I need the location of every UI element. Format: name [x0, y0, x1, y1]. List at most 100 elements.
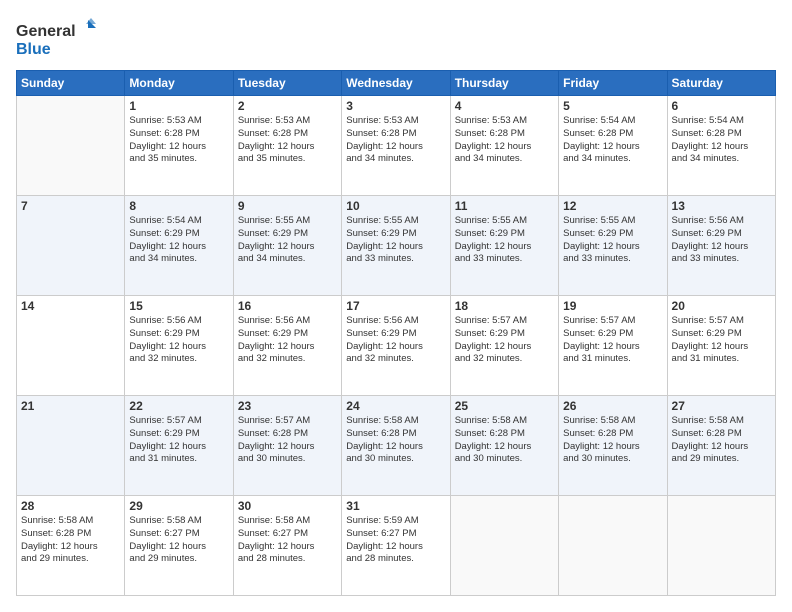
day-info: Sunrise: 5:57 AMSunset: 6:29 PMDaylight:…	[672, 315, 771, 366]
day-info: Sunrise: 5:54 AMSunset: 6:29 PMDaylight:…	[129, 215, 228, 266]
header-cell-thursday: Thursday	[450, 71, 558, 96]
calendar-cell: 8Sunrise: 5:54 AMSunset: 6:29 PMDaylight…	[125, 196, 233, 296]
day-info: Sunrise: 5:56 AMSunset: 6:29 PMDaylight:…	[129, 315, 228, 366]
calendar-cell: 13 Sunrise: 5:56 AMSunset: 6:29 PMDayligh…	[667, 196, 775, 296]
header-cell-friday: Friday	[559, 71, 667, 96]
day-info: Sunrise: 5:53 AMSunset: 6:28 PMDaylight:…	[238, 115, 337, 166]
day-number: 18	[455, 299, 554, 313]
day-number: 4	[455, 99, 554, 113]
calendar-cell: 22 Sunrise: 5:57 AMSunset: 6:29 PMDayligh…	[125, 396, 233, 496]
day-number: 25	[455, 399, 554, 413]
day-info: Sunrise: 5:58 AMSunset: 6:27 PMDaylight:…	[129, 515, 228, 566]
day-info: Sunrise: 5:59 AMSunset: 6:27 PMDaylight:…	[346, 515, 445, 566]
header-cell-wednesday: Wednesday	[342, 71, 450, 96]
day-info: Sunrise: 5:53 AMSunset: 6:28 PMDaylight:…	[455, 115, 554, 166]
day-number: 9	[238, 199, 337, 213]
calendar-cell: 29 Sunrise: 5:58 AMSunset: 6:27 PMDayligh…	[125, 496, 233, 596]
day-number: 22	[129, 399, 228, 413]
day-info: Sunrise: 5:58 AMSunset: 6:28 PMDaylight:…	[563, 415, 662, 466]
calendar-cell: 27 Sunrise: 5:58 AMSunset: 6:28 PMDayligh…	[667, 396, 775, 496]
day-number: 28	[21, 499, 120, 513]
day-info: Sunrise: 5:58 AMSunset: 6:28 PMDaylight:…	[21, 515, 120, 566]
day-info: Sunrise: 5:53 AMSunset: 6:28 PMDaylight:…	[346, 115, 445, 166]
day-info: Sunrise: 5:53 AMSunset: 6:28 PMDaylight:…	[129, 115, 228, 166]
calendar-header-row: SundayMondayTuesdayWednesdayThursdayFrid…	[17, 71, 776, 96]
header-cell-saturday: Saturday	[667, 71, 775, 96]
day-info: Sunrise: 5:57 AMSunset: 6:28 PMDaylight:…	[238, 415, 337, 466]
calendar-week-row: 21 22 Sunrise: 5:57 AMSunset: 6:29 PMDayli…	[17, 396, 776, 496]
calendar-cell: 11Sunrise: 5:55 AMSunset: 6:29 PMDayligh…	[450, 196, 558, 296]
day-info: Sunrise: 5:58 AMSunset: 6:28 PMDaylight:…	[346, 415, 445, 466]
day-info: Sunrise: 5:54 AMSunset: 6:28 PMDaylight:…	[672, 115, 771, 166]
calendar-cell	[450, 496, 558, 596]
calendar-cell: 19Sunrise: 5:57 AMSunset: 6:29 PMDayligh…	[559, 296, 667, 396]
day-number: 17	[346, 299, 445, 313]
day-info: Sunrise: 5:55 AMSunset: 6:29 PMDaylight:…	[346, 215, 445, 266]
day-number: 14	[21, 299, 120, 313]
calendar-cell	[667, 496, 775, 596]
calendar-cell: 10 Sunrise: 5:55 AMSunset: 6:29 PMDayligh…	[342, 196, 450, 296]
day-number: 3	[346, 99, 445, 113]
day-number: 21	[21, 399, 120, 413]
calendar-cell: 31Sunrise: 5:59 AMSunset: 6:27 PMDayligh…	[342, 496, 450, 596]
header-cell-sunday: Sunday	[17, 71, 125, 96]
calendar-cell: 21	[17, 396, 125, 496]
day-number: 12	[563, 199, 662, 213]
calendar-cell: 4 Sunrise: 5:53 AMSunset: 6:28 PMDaylight…	[450, 96, 558, 196]
calendar-cell: 30 Sunrise: 5:58 AMSunset: 6:27 PMDayligh…	[233, 496, 341, 596]
day-number: 20	[672, 299, 771, 313]
day-number: 1	[129, 99, 228, 113]
day-number: 16	[238, 299, 337, 313]
calendar-cell: 23 Sunrise: 5:57 AMSunset: 6:28 PMDayligh…	[233, 396, 341, 496]
day-number: 5	[563, 99, 662, 113]
logo: General Blue	[16, 16, 96, 60]
logo-svg: General Blue	[16, 16, 96, 60]
day-number: 29	[129, 499, 228, 513]
day-number: 24	[346, 399, 445, 413]
calendar-cell	[17, 96, 125, 196]
day-info: Sunrise: 5:56 AMSunset: 6:29 PMDaylight:…	[346, 315, 445, 366]
page: General Blue SundayMondayTuesdayWednesda…	[0, 0, 792, 612]
calendar-cell: 24 Sunrise: 5:58 AMSunset: 6:28 PMDayligh…	[342, 396, 450, 496]
calendar-week-row: 1 Sunrise: 5:53 AMSunset: 6:28 PMDaylight…	[17, 96, 776, 196]
calendar-week-row: 14 15 Sunrise: 5:56 AMSunset: 6:29 PMDayli…	[17, 296, 776, 396]
calendar-cell: 17 Sunrise: 5:56 AMSunset: 6:29 PMDayligh…	[342, 296, 450, 396]
calendar-cell: 16 Sunrise: 5:56 AMSunset: 6:29 PMDayligh…	[233, 296, 341, 396]
day-number: 30	[238, 499, 337, 513]
day-info: Sunrise: 5:54 AMSunset: 6:28 PMDaylight:…	[563, 115, 662, 166]
day-info: Sunrise: 5:56 AMSunset: 6:29 PMDaylight:…	[238, 315, 337, 366]
day-info: Sunrise: 5:55 AMSunset: 6:29 PMDaylight:…	[238, 215, 337, 266]
calendar-cell: 7	[17, 196, 125, 296]
day-info: Sunrise: 5:58 AMSunset: 6:28 PMDaylight:…	[455, 415, 554, 466]
day-number: 13	[672, 199, 771, 213]
day-number: 27	[672, 399, 771, 413]
day-number: 26	[563, 399, 662, 413]
day-number: 15	[129, 299, 228, 313]
svg-text:General: General	[16, 23, 76, 40]
header-cell-monday: Monday	[125, 71, 233, 96]
day-number: 2	[238, 99, 337, 113]
calendar-cell: 1 Sunrise: 5:53 AMSunset: 6:28 PMDaylight…	[125, 96, 233, 196]
day-number: 6	[672, 99, 771, 113]
svg-text:Blue: Blue	[16, 41, 51, 58]
calendar-cell: 14	[17, 296, 125, 396]
calendar-week-row: 28 Sunrise: 5:58 AMSunset: 6:28 PMDayligh…	[17, 496, 776, 596]
day-info: Sunrise: 5:58 AMSunset: 6:27 PMDaylight:…	[238, 515, 337, 566]
calendar-cell: 9 Sunrise: 5:55 AMSunset: 6:29 PMDaylight…	[233, 196, 341, 296]
day-number: 11	[455, 199, 554, 213]
day-info: Sunrise: 5:57 AMSunset: 6:29 PMDaylight:…	[129, 415, 228, 466]
calendar-cell	[559, 496, 667, 596]
calendar-cell: 26 Sunrise: 5:58 AMSunset: 6:28 PMDayligh…	[559, 396, 667, 496]
calendar-cell: 28 Sunrise: 5:58 AMSunset: 6:28 PMDayligh…	[17, 496, 125, 596]
day-info: Sunrise: 5:57 AMSunset: 6:29 PMDaylight:…	[563, 315, 662, 366]
calendar-cell: 25 Sunrise: 5:58 AMSunset: 6:28 PMDayligh…	[450, 396, 558, 496]
header-cell-tuesday: Tuesday	[233, 71, 341, 96]
calendar-cell: 2 Sunrise: 5:53 AMSunset: 6:28 PMDaylight…	[233, 96, 341, 196]
day-number: 10	[346, 199, 445, 213]
calendar-cell: 18Sunrise: 5:57 AMSunset: 6:29 PMDayligh…	[450, 296, 558, 396]
calendar-table: SundayMondayTuesdayWednesdayThursdayFrid…	[16, 70, 776, 596]
day-number: 23	[238, 399, 337, 413]
calendar-cell: 12Sunrise: 5:55 AMSunset: 6:29 PMDayligh…	[559, 196, 667, 296]
day-info: Sunrise: 5:56 AMSunset: 6:29 PMDaylight:…	[672, 215, 771, 266]
day-info: Sunrise: 5:58 AMSunset: 6:28 PMDaylight:…	[672, 415, 771, 466]
